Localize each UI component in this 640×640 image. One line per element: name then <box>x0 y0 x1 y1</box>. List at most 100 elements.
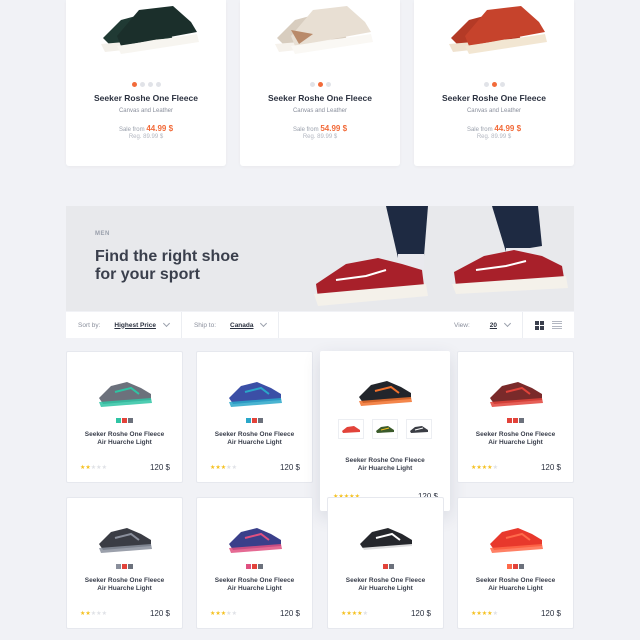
swatch[interactable] <box>377 564 382 569</box>
product-card[interactable]: Seeker Roshe One Fleece Air Huarche Ligh… <box>320 351 450 511</box>
swatch[interactable] <box>246 564 251 569</box>
regular-price: Reg. 89.99 $ <box>302 134 338 140</box>
top-product-card[interactable]: Seeker Roshe One Fleece Canvas and Leath… <box>414 0 574 166</box>
shoe-image <box>229 382 282 407</box>
list-view-icon[interactable] <box>552 320 562 330</box>
view-controls: View: 20 <box>454 312 574 338</box>
sale-price-line: Sale from 44.99 $ <box>466 124 522 133</box>
product-price: 120 $ <box>540 463 561 472</box>
product-title: Seeker Roshe One Fleece <box>94 93 198 103</box>
product-title: Seeker Roshe One Fleece Air Huarche Ligh… <box>345 457 425 472</box>
swatch[interactable] <box>116 418 121 423</box>
color-dots <box>414 82 574 87</box>
swatch[interactable] <box>513 564 518 569</box>
shoe-image <box>449 6 547 54</box>
color-dots <box>66 82 226 87</box>
shoe-image <box>490 528 543 553</box>
swatch[interactable] <box>246 418 251 423</box>
product-title: Seeker Roshe One Fleece Air Huarche Ligh… <box>214 577 295 592</box>
swatch[interactable] <box>122 418 127 423</box>
variant-thumb[interactable] <box>372 419 398 439</box>
variant-thumb[interactable] <box>406 419 432 439</box>
swatch[interactable] <box>252 564 257 569</box>
regular-price: Reg. 89.99 $ <box>128 134 164 140</box>
swatch[interactable] <box>116 564 121 569</box>
sort-value[interactable]: Highest Price <box>114 322 156 329</box>
category-banner: MEN Find the right shoe for your sport <box>66 206 574 311</box>
product-card[interactable]: Seeker Roshe One Fleece Air Huarche Ligh… <box>66 497 183 629</box>
swatch[interactable] <box>519 564 524 569</box>
product-card[interactable]: Seeker Roshe One Fleece Air Huarche Ligh… <box>196 497 313 629</box>
color-swatches <box>197 564 312 569</box>
color-dots <box>240 82 400 87</box>
rating-stars: ★★★★★ <box>80 465 107 471</box>
sort-dropdown[interactable]: Sort by: Highest Price <box>66 312 182 338</box>
swatch[interactable] <box>128 418 133 423</box>
product-price: 120 $ <box>149 609 170 618</box>
swatch[interactable] <box>519 418 524 423</box>
product-title: Seeker Roshe One Fleece Air Huarche Ligh… <box>84 431 165 446</box>
shoe-image <box>101 6 199 54</box>
chevron-down-icon <box>260 319 268 328</box>
product-card[interactable]: Seeker Roshe One Fleece Air Huarche Ligh… <box>457 497 574 629</box>
ship-label: Ship to: <box>193 321 216 329</box>
rating-stars: ★★★★★ <box>471 465 498 471</box>
shoe-image <box>99 382 152 407</box>
product-title: Seeker Roshe One Fleece Air Huarche Ligh… <box>345 577 426 592</box>
variant-thumb[interactable] <box>338 419 364 439</box>
swatch[interactable] <box>513 418 518 423</box>
color-swatches <box>197 418 312 423</box>
ship-dropdown[interactable]: Ship to: Canada <box>182 312 280 338</box>
chevron-down-icon[interactable] <box>503 319 512 328</box>
sale-price-line: Sale from 44.99 $ <box>118 124 174 133</box>
product-price: 120 $ <box>279 609 300 618</box>
product-subtitle: Canvas and Leather <box>118 108 174 114</box>
product-price: 120 $ <box>540 609 561 618</box>
rating-stars: ★★★★★ <box>80 611 107 617</box>
top-product-card[interactable]: Seeker Roshe One Fleece Canvas and Leath… <box>66 0 226 166</box>
rating-stars: ★★★★★ <box>210 465 237 471</box>
shoe-image <box>275 6 373 54</box>
view-label: View: <box>453 321 470 329</box>
top-product-card[interactable]: Seeker Roshe One Fleece Canvas and Leath… <box>240 0 400 166</box>
swatch[interactable] <box>389 564 394 569</box>
product-title: Seeker Roshe One Fleece Air Huarche Ligh… <box>475 577 556 592</box>
filter-bar: Sort by: Highest Price Ship to: Canada V… <box>66 312 574 338</box>
color-swatches <box>458 418 573 423</box>
shoe-image <box>359 381 412 406</box>
color-swatches <box>328 564 443 569</box>
shoe-image <box>229 528 282 553</box>
ship-value[interactable]: Canada <box>230 322 253 329</box>
banner-image <box>314 206 568 306</box>
swatch[interactable] <box>383 564 388 569</box>
product-card[interactable]: Seeker Roshe One Fleece Air Huarche Ligh… <box>457 351 574 483</box>
rating-stars: ★★★★★ <box>210 611 237 617</box>
swatch[interactable] <box>507 418 512 423</box>
regular-price: Reg. 89.99 $ <box>476 134 512 140</box>
per-page-value[interactable]: 20 <box>490 322 497 329</box>
swatch[interactable] <box>128 564 133 569</box>
swatch[interactable] <box>122 564 127 569</box>
swatch[interactable] <box>252 418 257 423</box>
product-card[interactable]: Seeker Roshe One Fleece Air Huarche Ligh… <box>327 497 444 629</box>
color-swatches <box>67 418 182 423</box>
product-title: Seeker Roshe One Fleece Air Huarche Ligh… <box>84 577 165 592</box>
swatch[interactable] <box>258 418 263 423</box>
product-title: Seeker Roshe One Fleece Air Huarche Ligh… <box>475 431 556 446</box>
product-title: Seeker Roshe One Fleece <box>268 93 372 103</box>
product-subtitle: Canvas and Leather <box>292 108 348 114</box>
swatch[interactable] <box>258 564 263 569</box>
grid-view-icon[interactable] <box>535 320 544 330</box>
product-card[interactable]: Seeker Roshe One Fleece Air Huarche Ligh… <box>66 351 183 483</box>
variant-thumbnails <box>338 419 432 439</box>
product-subtitle: Canvas and Leather <box>466 108 522 114</box>
shoe-image <box>99 528 152 553</box>
shoe-image <box>360 528 413 553</box>
product-card[interactable]: Seeker Roshe One Fleece Air Huarche Ligh… <box>196 351 313 483</box>
product-title: Seeker Roshe One Fleece <box>442 93 546 103</box>
banner-headline: Find the right shoe for your sport <box>95 248 239 283</box>
product-price: 120 $ <box>149 463 170 472</box>
banner-eyebrow: MEN <box>95 231 110 237</box>
swatch[interactable] <box>507 564 512 569</box>
color-swatches <box>67 564 182 569</box>
